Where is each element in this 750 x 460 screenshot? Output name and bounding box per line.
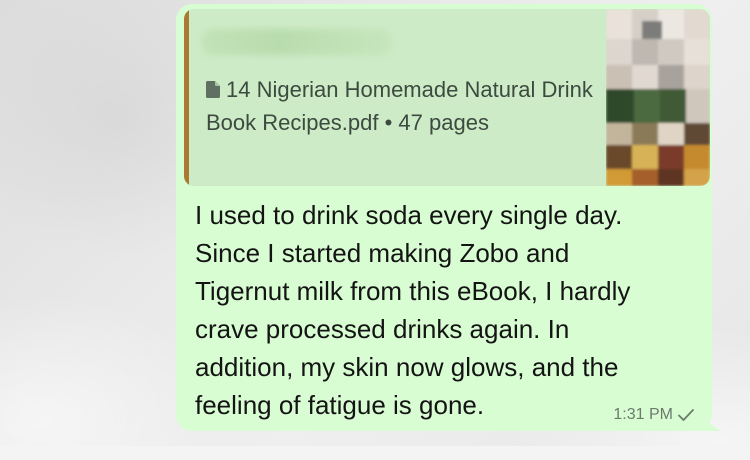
document-page-count: 47 (398, 110, 423, 135)
bottom-strip (0, 446, 750, 460)
document-icon (206, 81, 220, 98)
blurred-cover-image (606, 9, 710, 186)
quote-accent-bar (184, 9, 189, 186)
message-time: 1:31 PM (613, 406, 673, 423)
document-preview-card[interactable]: 14 Nigerian Homemade Natural Drink Book … (184, 9, 710, 186)
blurred-sender-name (202, 29, 392, 55)
document-thumbnail[interactable] (606, 9, 710, 186)
message-line: addition, my skin now glows, and the (195, 352, 619, 382)
document-separator: • (384, 110, 393, 135)
message-line: Since I started making Zobo and (195, 238, 570, 268)
single-check-icon (678, 409, 694, 421)
outgoing-message-bubble[interactable]: 14 Nigerian Homemade Natural Drink Book … (176, 4, 721, 431)
message-line: Tigernut milk from this eBook, I hardly (195, 276, 631, 306)
message-text: I used to drink soda every single day. S… (195, 196, 695, 424)
document-title[interactable]: 14 Nigerian Homemade Natural Drink Book … (206, 73, 596, 139)
message-meta: 1:31 PM (613, 406, 695, 424)
message-line: I used to drink soda every single day. (195, 200, 623, 230)
document-pages-label: pages (429, 110, 489, 135)
message-line: crave processed drinks again. In (195, 314, 570, 344)
